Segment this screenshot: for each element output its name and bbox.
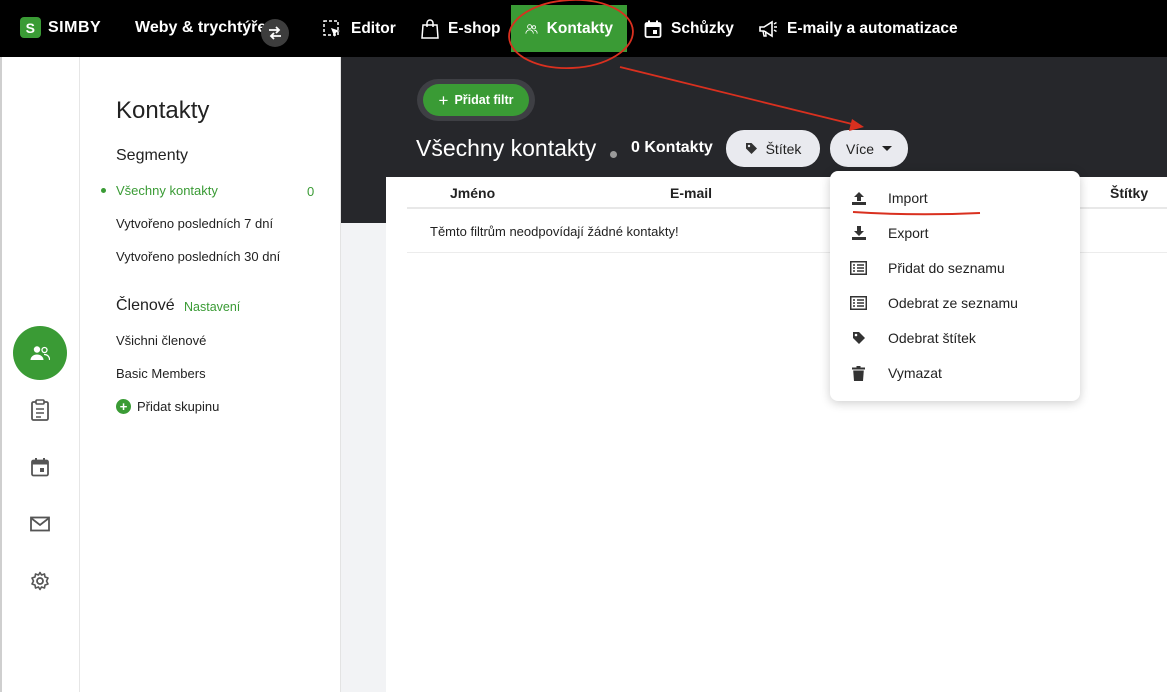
sidebar-mail-button[interactable] [26, 510, 54, 538]
menu-item-remove-from-list[interactable]: Odebrat ze seznamu [850, 293, 1018, 313]
trash-icon [850, 365, 867, 382]
segments-panel: Kontakty Segmenty Všechny kontakty 0 Vyt… [80, 57, 341, 692]
calendar-icon [644, 20, 662, 38]
calendar-icon [31, 458, 49, 477]
nav-eshop[interactable]: E-shop [421, 0, 501, 57]
page-title: Všechny kontakty [416, 135, 597, 161]
megaphone-icon [759, 20, 777, 37]
menu-item-label: Odebrat ze seznamu [888, 295, 1018, 311]
menu-item-add-to-list[interactable]: Přidat do seznamu [850, 258, 1005, 278]
members-basic[interactable]: Basic Members [116, 366, 206, 381]
plus-circle-icon: + [116, 399, 131, 414]
caret-down-icon [882, 146, 892, 151]
switch-site-button[interactable] [261, 19, 289, 47]
contacts-icon [30, 346, 50, 361]
nav-editor[interactable]: Editor [322, 0, 396, 57]
menu-item-label: Import [888, 190, 928, 206]
segment-last-30-days[interactable]: Vytvořeno posledních 30 dní [116, 249, 280, 264]
segment-count: 0 [307, 184, 315, 199]
nav-schedule[interactable]: Schůzky [644, 0, 734, 57]
column-header-tags[interactable]: Štítky [1110, 185, 1148, 201]
sidebar-settings-button[interactable] [26, 567, 54, 595]
add-filter-label: Přidat filtr [454, 93, 514, 107]
contacts-count: 0 Kontakty [631, 139, 713, 156]
gear-icon [31, 571, 49, 591]
members-all[interactable]: Všichni členové [116, 333, 206, 348]
column-header-email[interactable]: E-mail [670, 185, 712, 201]
contacts-icon [525, 23, 538, 34]
editor-icon [323, 19, 340, 37]
nav-eshop-label: E-shop [448, 19, 501, 37]
window-edge [0, 57, 2, 692]
logo-mark: S [20, 17, 41, 38]
add-group-button[interactable]: + Přidat skupinu [116, 399, 219, 414]
empty-table-message: Těmto filtrům neodpovídají žádné kontakt… [430, 224, 679, 239]
column-header-name[interactable]: Jméno [450, 185, 495, 201]
nav-schedule-label: Schůzky [671, 19, 734, 37]
tag-button-label: Štítek [765, 140, 802, 157]
menu-item-label: Přidat do seznamu [888, 260, 1005, 276]
clipboard-icon [31, 399, 49, 421]
members-settings-link[interactable]: Nastavení [184, 300, 240, 314]
menu-item-import[interactable]: Import [850, 188, 928, 208]
plus-icon: + [438, 90, 449, 110]
more-button-label: Více [845, 140, 874, 157]
tag-icon [745, 143, 757, 154]
nav-editor-label: Editor [351, 19, 396, 37]
segment-label: Všechny kontakty [116, 183, 218, 198]
add-group-label: Přidat skupinu [137, 399, 220, 414]
active-dot [101, 188, 106, 193]
segment-all-contacts[interactable]: Všechny kontakty [101, 183, 218, 198]
add-filter-button[interactable]: + Přidat filtr [423, 84, 529, 116]
download-icon [850, 225, 867, 242]
panel-title: Kontakty [116, 97, 210, 124]
simby-logo[interactable]: S SIMBY [20, 17, 101, 38]
menu-item-export[interactable]: Export [850, 223, 928, 243]
menu-item-label: Export [888, 225, 929, 241]
more-button[interactable]: Více [830, 130, 908, 167]
upload-icon [850, 190, 867, 207]
swap-icon [269, 26, 281, 40]
nav-contacts-label: Kontakty [546, 19, 613, 37]
menu-item-delete[interactable]: Vymazat [850, 363, 942, 383]
separator-dot [610, 151, 617, 158]
tag-icon [850, 330, 867, 347]
list-icon [850, 295, 867, 312]
top-navigation-bar: S SIMBY Weby & trychtýře Editor E-shop K… [0, 0, 1167, 57]
shopping-bag-icon [421, 18, 439, 39]
logo-text: SIMBY [48, 18, 102, 36]
segment-last-7-days[interactable]: Vytvořeno posledních 7 dní [116, 216, 273, 231]
segments-heading: Segmenty [116, 147, 189, 164]
members-heading: Členové [116, 297, 175, 314]
site-name[interactable]: Weby & trychtýře [135, 19, 266, 37]
sidebar-clipboard-button[interactable] [26, 396, 54, 424]
menu-item-label: Vymazat [888, 365, 942, 381]
nav-contacts[interactable]: Kontakty [511, 5, 627, 52]
menu-item-remove-tag[interactable]: Odebrat štítek [850, 328, 976, 348]
sidebar-calendar-button[interactable] [26, 453, 54, 481]
nav-emails-label: E-maily a automatizace [787, 19, 958, 37]
list-icon [850, 260, 867, 277]
tag-button[interactable]: Štítek [726, 130, 820, 167]
sidebar-contacts-button[interactable] [13, 326, 67, 380]
mail-icon [30, 516, 50, 532]
menu-item-label: Odebrat štítek [888, 330, 976, 346]
nav-emails[interactable]: E-maily a automatizace [758, 0, 958, 57]
more-dropdown-menu: Import Export Přidat do seznamu Odebrat … [830, 171, 1080, 401]
